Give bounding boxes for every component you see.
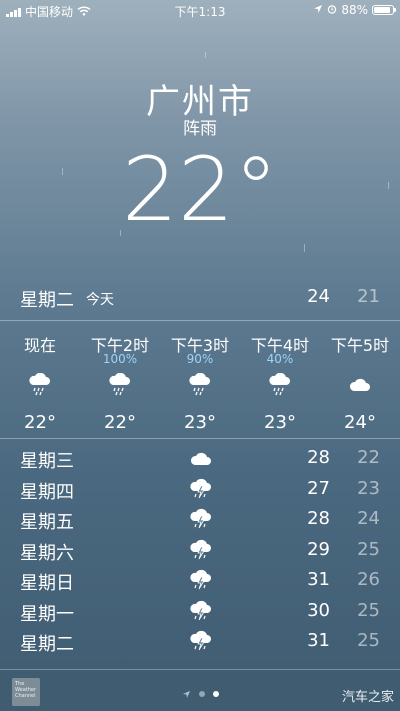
thunderstorm-icon	[188, 600, 214, 624]
daily-high: 31	[307, 569, 330, 590]
daily-low: 26	[357, 569, 380, 590]
bottom-toolbar: The Weather Channel 汽车之家	[0, 669, 400, 711]
hour-temp: 22°	[24, 412, 56, 433]
hourly-item: 下午4时 40% 23°	[240, 322, 320, 433]
thunderstorm-icon	[188, 630, 214, 654]
daily-low: 25	[357, 599, 380, 621]
daily-row: 星期二 31 25	[20, 628, 380, 659]
daily-day: 星期三	[20, 451, 74, 472]
daily-day: 星期二	[20, 634, 74, 655]
thunderstorm-icon	[188, 478, 214, 502]
page-dot-active	[213, 690, 219, 697]
daily-day: 星期一	[20, 603, 74, 625]
hour-temp: 23°	[184, 412, 216, 433]
daily-low: 22	[357, 447, 380, 468]
cloud-icon	[188, 447, 214, 471]
daily-day: 星期四	[20, 481, 74, 503]
hour-label: 下午3时	[170, 336, 230, 355]
hourly-item: 现在 22°	[0, 322, 80, 433]
alarm-icon	[327, 3, 337, 17]
divider-top	[0, 320, 400, 321]
status-bar: 中国移动 下午1:13 88%	[0, 0, 400, 20]
daily-high: 27	[307, 477, 330, 499]
daily-day: 星期六	[20, 542, 74, 564]
rain-streak	[304, 244, 305, 252]
today-high: 24	[307, 286, 330, 307]
weather-condition: 阵雨	[183, 119, 217, 139]
daily-high: 28	[307, 447, 330, 468]
today-tag: 今天	[86, 292, 114, 308]
hour-temp: 22°	[104, 412, 136, 433]
daily-forecast[interactable]: 星期三 28 22 星期四 27 23 星期五 28 24 星期六 29 25 星期日 31 26 星期一 30…	[20, 445, 380, 659]
daily-low: 23	[357, 477, 380, 499]
battery-fill	[374, 7, 390, 13]
rain-streak	[205, 52, 206, 58]
daily-high: 31	[307, 630, 330, 651]
hour-temp: 23°	[264, 412, 296, 433]
daily-low: 24	[357, 508, 380, 529]
hour-temp: 24°	[344, 412, 376, 433]
location-arrow-icon	[182, 684, 191, 703]
battery-icon	[372, 5, 396, 15]
hourly-item: 下午3时 90% 23°	[160, 322, 240, 433]
today-row: 星期二 今天 24 21	[20, 286, 380, 311]
battery-percent: 88%	[341, 3, 368, 17]
hourly-item: 下午2时 100% 22°	[80, 322, 160, 433]
hour-label: 下午5时	[330, 336, 390, 355]
hour-label: 下午4时	[250, 336, 310, 355]
cloud-rain-icon	[0, 370, 80, 400]
cloud-rain-icon	[160, 370, 240, 400]
cloud-rain-icon	[240, 370, 320, 400]
cloud-icon	[320, 370, 400, 400]
daily-low: 25	[357, 630, 380, 651]
hour-label: 现在	[23, 336, 56, 355]
hour-label: 下午2时	[90, 336, 150, 355]
daily-row: 星期一 30 25	[20, 598, 380, 629]
divider-bottom	[0, 438, 400, 439]
hourly-forecast[interactable]: 现在 22° 下午2时 100% 22° 下午3时 90% 23° 下午4时 40% 23° 下午5时…	[0, 322, 400, 438]
watermark: 汽车之家	[341, 690, 394, 705]
daily-row: 星期六 29 25	[20, 537, 380, 568]
daily-row: 星期五 28 24	[20, 506, 380, 537]
page-dot	[199, 690, 205, 697]
daily-row: 星期四 27 23	[20, 476, 380, 507]
daily-day: 星期日	[20, 573, 74, 594]
daily-day: 星期五	[20, 512, 74, 533]
daily-high: 28	[307, 508, 330, 529]
current-temperature: 22°	[122, 138, 278, 241]
daily-row: 星期日 31 26	[20, 567, 380, 598]
today-day: 星期二	[20, 290, 74, 311]
thunderstorm-icon	[188, 508, 214, 532]
location-arrow-icon	[313, 3, 323, 17]
hourly-item: 下午5时 24°	[320, 322, 400, 433]
thunderstorm-icon	[188, 539, 214, 563]
daily-row: 星期三 28 22	[20, 445, 380, 476]
daily-high: 29	[307, 538, 330, 560]
cloud-rain-icon	[80, 370, 160, 400]
today-low: 21	[357, 286, 380, 307]
status-right: 88%	[313, 3, 396, 17]
daily-low: 25	[357, 538, 380, 560]
page-indicator[interactable]	[182, 684, 219, 703]
thunderstorm-icon	[188, 569, 214, 593]
daily-high: 30	[307, 599, 330, 621]
weather-channel-logo[interactable]: The Weather Channel	[12, 678, 40, 706]
